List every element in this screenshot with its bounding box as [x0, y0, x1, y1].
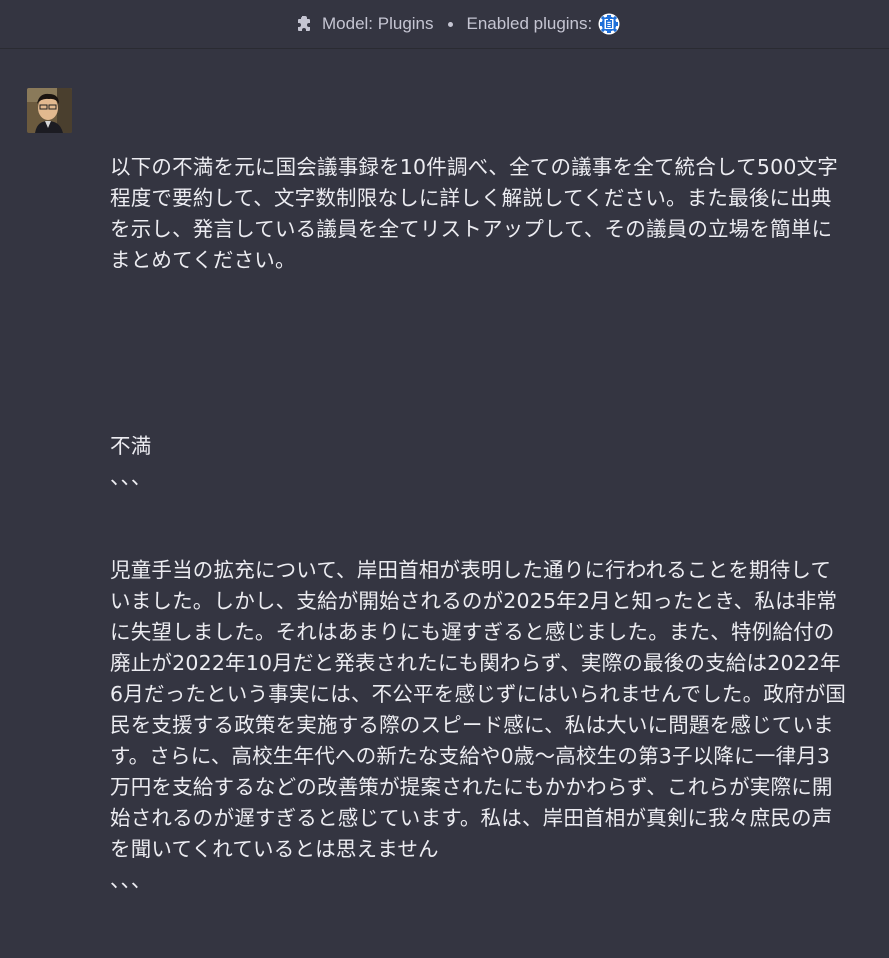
model-label: Model: Plugins — [322, 14, 434, 33]
message-text: 以下の不満を元に国会議事録を10件調べ、全ての議事を全て統合して500文字程度で… — [110, 90, 850, 958]
user-avatar — [27, 88, 72, 133]
message-paragraph: 以下の不満を元に国会議事録を10件調べ、全ての議事を全て統合して500文字程度で… — [110, 155, 838, 272]
puzzle-piece-icon — [294, 14, 314, 34]
separator-dot — [447, 21, 453, 27]
enabled-plugins-label: Enabled plugins: — [466, 14, 593, 33]
chat-header: Model: Plugins Enabled plugins: — [0, 0, 889, 49]
message-paragraph: 不満 、、、 — [110, 434, 152, 489]
user-message: 以下の不満を元に国会議事録を10件調べ、全ての議事を全て統合して500文字程度で… — [0, 50, 889, 892]
kokkai-plugin-icon[interactable] — [598, 13, 620, 35]
message-paragraph: 児童手当の拡充について、岸田首相が表明した通りに行われることを期待していました。… — [110, 558, 847, 892]
message-paragraph — [110, 338, 850, 369]
